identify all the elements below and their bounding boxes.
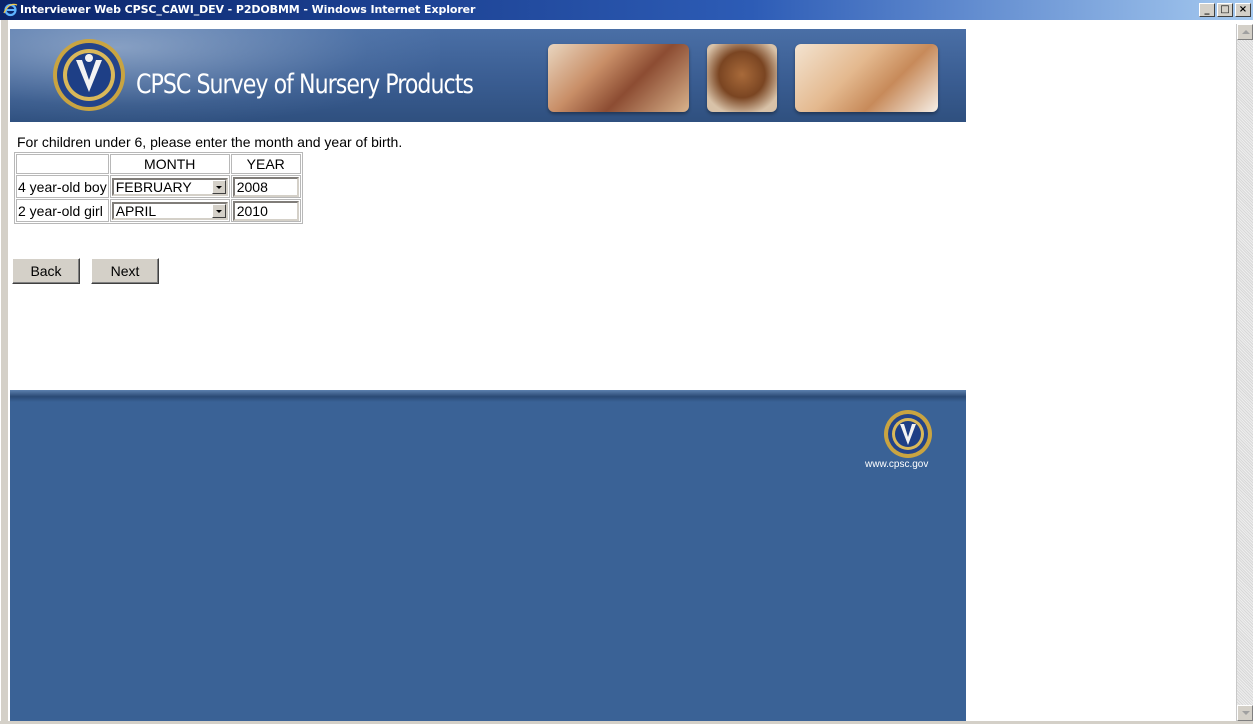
internet-explorer-icon: [3, 3, 18, 17]
table-header-row: MONTH YEAR: [16, 154, 301, 174]
cpsc-seal-logo: [884, 410, 932, 458]
month-select[interactable]: FEBRUARY: [111, 177, 228, 196]
restore-button[interactable]: □: [1217, 3, 1233, 17]
page-footer: www.cpsc.gov: [10, 390, 966, 721]
scroll-up-button[interactable]: [1237, 24, 1253, 40]
month-select-value: APRIL: [115, 202, 157, 219]
table-row: 2 year-old girl APRIL 2010: [16, 199, 301, 222]
child-label: 4 year-old boy: [16, 175, 109, 198]
page-title: CPSC Survey of Nursery Products: [136, 69, 474, 100]
birth-date-table: MONTH YEAR 4 year-old boy FEBRUARY 2008 …: [14, 152, 303, 224]
question-text: For children under 6, please enter the m…: [17, 134, 403, 150]
close-button[interactable]: ×: [1235, 3, 1251, 17]
window-controls: _ □ ×: [1197, 3, 1251, 17]
window-title-bar[interactable]: Interviewer Web CPSC_CAWI_DEV - P2DOBMM …: [0, 0, 1253, 20]
column-header-year: YEAR: [230, 154, 301, 174]
parent-child-photo: [795, 44, 938, 112]
month-cell: APRIL: [109, 199, 230, 222]
cpsc-seal-logo: [53, 39, 125, 111]
window-frame-left: [0, 20, 8, 724]
footer-divider: [10, 390, 966, 402]
month-select[interactable]: APRIL: [111, 201, 228, 220]
column-header-month: MONTH: [109, 154, 230, 174]
teddy-bear-photo: [707, 44, 777, 112]
footer-link[interactable]: www.cpsc.gov: [865, 459, 928, 470]
child-label: 2 year-old girl: [16, 199, 109, 222]
window-title: Interviewer Web CPSC_CAWI_DEV - P2DOBMM …: [20, 3, 476, 16]
dropdown-arrow-icon[interactable]: [211, 203, 226, 218]
down-arrow-icon: [1242, 711, 1250, 715]
up-arrow-icon: [1242, 30, 1250, 34]
column-header-blank: [16, 154, 109, 174]
family-photo: [548, 44, 689, 112]
dropdown-arrow-icon[interactable]: [211, 179, 226, 194]
table-row: 4 year-old boy FEBRUARY 2008: [16, 175, 301, 198]
next-button[interactable]: Next: [91, 258, 159, 284]
month-select-value: FEBRUARY: [115, 178, 192, 195]
year-input[interactable]: 2008: [232, 176, 299, 197]
header-banner: CPSC Survey of Nursery Products: [10, 29, 966, 122]
year-input[interactable]: 2010: [232, 200, 299, 221]
month-cell: FEBRUARY: [109, 175, 230, 198]
year-cell: 2008: [230, 175, 301, 198]
year-cell: 2010: [230, 199, 301, 222]
back-button[interactable]: Back: [12, 258, 80, 284]
minimize-button[interactable]: _: [1199, 3, 1215, 17]
scroll-down-button[interactable]: [1237, 705, 1253, 721]
vertical-scrollbar[interactable]: [1236, 24, 1253, 721]
